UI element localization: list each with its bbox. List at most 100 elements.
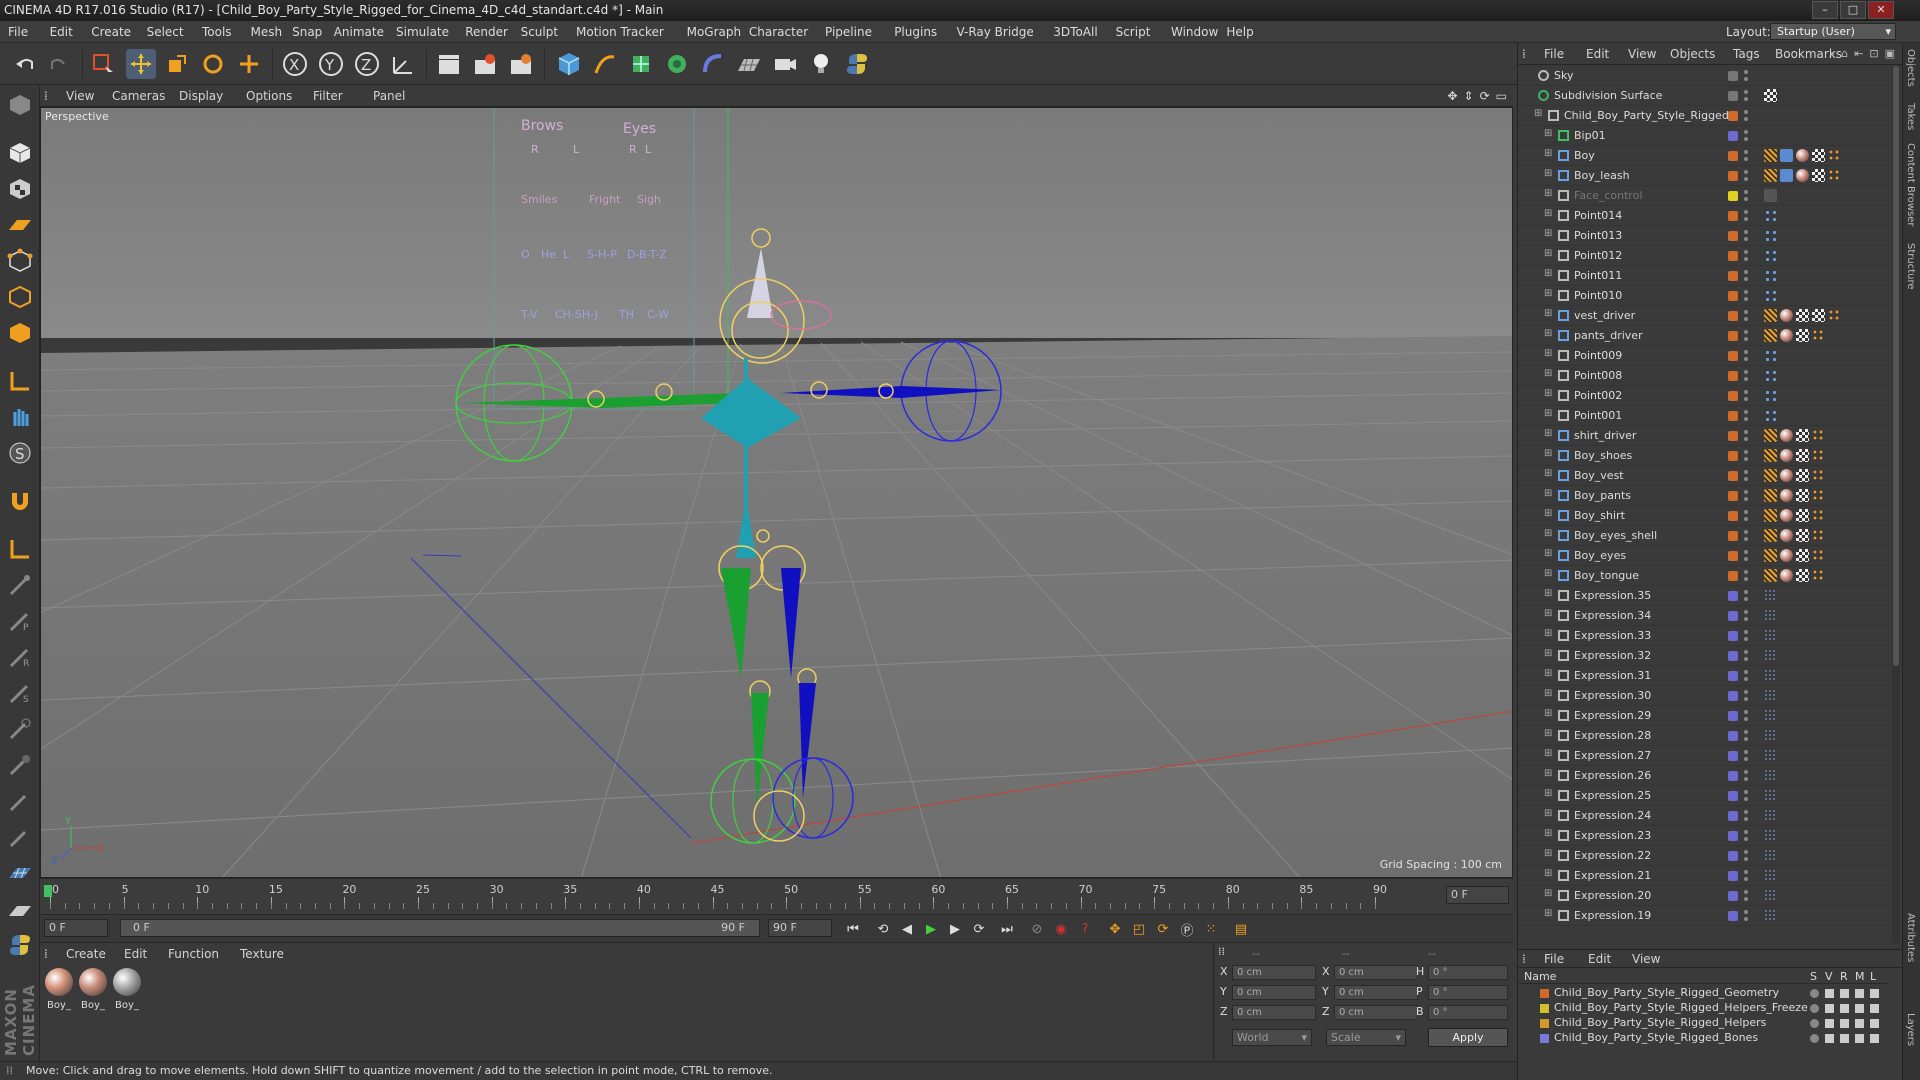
check-tag-icon[interactable] [1796, 329, 1809, 342]
object-row[interactable]: ⊞ Point014 [1518, 206, 1888, 226]
axis-mode-button[interactable] [4, 366, 36, 396]
layer-color-swatch[interactable] [1728, 471, 1738, 481]
layer-toggle-icon[interactable] [1855, 989, 1864, 998]
layer-color-swatch[interactable] [1540, 1034, 1549, 1043]
expand-toggle-icon[interactable]: ⊞ [1544, 388, 1552, 399]
object-row[interactable]: ⊞ Expression.19 [1518, 906, 1888, 926]
dots-tag-icon[interactable] [1812, 329, 1825, 342]
visibility-dots[interactable] [1744, 69, 1748, 83]
layer-color-swatch[interactable] [1728, 131, 1738, 141]
layer-color-swatch[interactable] [1728, 711, 1738, 721]
layer-color-swatch[interactable] [1728, 171, 1738, 181]
visibility-dots[interactable] [1744, 329, 1748, 343]
layer-row[interactable]: Child_Boy_Party_Style_Rigged_Helpers_Fre… [1518, 1001, 1888, 1016]
menu-pipeline[interactable]: Pipeline [825, 21, 872, 43]
visibility-dots[interactable] [1744, 729, 1748, 743]
object-menu-objects[interactable]: Objects [1670, 43, 1715, 65]
object-row[interactable]: ⊞ Boy_leash [1518, 166, 1888, 186]
check-tag-icon[interactable] [1796, 489, 1809, 502]
menu-motion-tracker[interactable]: Motion Tracker [576, 21, 664, 43]
visibility-dots[interactable] [1744, 889, 1748, 903]
visibility-dots[interactable] [1744, 269, 1748, 283]
object-name[interactable]: Expression.22 [1574, 849, 1651, 862]
layer-name[interactable]: Child_Boy_Party_Style_Rigged_Helpers_Fre… [1554, 1001, 1808, 1014]
position-field[interactable]: 0 cm [1232, 1005, 1316, 1020]
object-row[interactable]: ⊞ Child_Boy_Party_Style_Rigged [1518, 106, 1888, 126]
layer-toggle-icon[interactable] [1870, 1004, 1879, 1013]
menu-create[interactable]: Create [91, 21, 131, 43]
visibility-dots[interactable] [1744, 529, 1748, 543]
rotation-field[interactable]: 0 ° [1428, 1005, 1508, 1020]
object-menu-tags[interactable]: Tags [1733, 43, 1760, 65]
position-field[interactable]: 0 cm [1232, 965, 1316, 980]
start-frame-field[interactable]: 0 F [44, 919, 108, 937]
snapping-button[interactable] [4, 486, 36, 516]
dots-tag-icon[interactable] [1812, 529, 1825, 542]
previous-key-button[interactable]: ⟲ [872, 919, 894, 939]
dots-tag-icon[interactable] [1812, 429, 1825, 442]
layer-toggle-icon[interactable] [1810, 1019, 1819, 1028]
skin-tag-icon[interactable] [1780, 149, 1793, 162]
scale-tool-button[interactable] [162, 49, 192, 79]
layer-toggle-icon[interactable] [1870, 989, 1879, 998]
mat-tag-icon[interactable] [1780, 429, 1793, 442]
layer-toggle-icon[interactable] [1810, 989, 1819, 998]
object-row[interactable]: ⊞ Point010 [1518, 286, 1888, 306]
polygons-mode-button[interactable] [4, 318, 36, 348]
side-tab-objects[interactable]: Objects [1905, 49, 1916, 87]
visibility-dots[interactable] [1744, 689, 1748, 703]
expand-toggle-icon[interactable]: ⊞ [1544, 428, 1552, 439]
expand-toggle-icon[interactable]: ⊞ [1544, 648, 1552, 659]
layer-menu-file[interactable]: File [1544, 950, 1564, 968]
weight-tag-icon[interactable] [1764, 489, 1777, 502]
object-name[interactable]: Boy_shirt [1574, 509, 1625, 522]
object-name[interactable]: Boy_vest [1574, 469, 1624, 482]
object-name[interactable]: Boy_shoes [1574, 449, 1632, 462]
xpd-tag-icon[interactable] [1764, 689, 1777, 702]
pen-spline-button[interactable] [590, 49, 620, 79]
layer-color-swatch[interactable] [1728, 551, 1738, 561]
object-row[interactable]: ⊞ Expression.32 [1518, 646, 1888, 666]
layer-toggle-icon[interactable] [1840, 1034, 1849, 1043]
object-row[interactable]: ⊞ Boy_tongue [1518, 566, 1888, 586]
render-to-picture-viewer-button[interactable] [470, 49, 500, 79]
object-row[interactable]: ⊞ Point009 [1518, 346, 1888, 366]
object-name[interactable]: Expression.29 [1574, 709, 1651, 722]
object-row[interactable]: ⊞ Boy_shirt [1518, 506, 1888, 526]
layer-color-swatch[interactable] [1728, 571, 1738, 581]
size-field[interactable]: 0 cm [1334, 965, 1418, 980]
move-tool-button[interactable] [126, 49, 156, 79]
layer-color-swatch[interactable] [1728, 311, 1738, 321]
keyframe-selection-button[interactable]: ? [1074, 919, 1096, 939]
edges-mode-button[interactable] [4, 282, 36, 312]
layer-color-swatch[interactable] [1728, 611, 1738, 621]
object-row[interactable]: ⊞ Boy_eyes_shell [1518, 526, 1888, 546]
expand-toggle-icon[interactable]: ⊞ [1544, 328, 1552, 339]
visibility-dots[interactable] [1744, 469, 1748, 483]
object-name[interactable]: Boy_eyes [1574, 549, 1626, 562]
layer-color-swatch[interactable] [1728, 271, 1738, 281]
xpd-tag-icon[interactable] [1764, 729, 1777, 742]
object-name[interactable]: Sky [1554, 69, 1573, 82]
object-name[interactable]: Expression.28 [1574, 729, 1651, 742]
visibility-dots[interactable] [1744, 869, 1748, 883]
expand-toggle-icon[interactable]: ⊞ [1544, 908, 1552, 919]
expand-toggle-icon[interactable]: ⊞ [1544, 268, 1552, 279]
key-rotation-button[interactable]: ⟳ [1152, 919, 1174, 939]
mat-tag-icon[interactable] [1780, 529, 1793, 542]
object-name[interactable]: Boy_pants [1574, 489, 1631, 502]
layer-color-swatch[interactable] [1728, 491, 1738, 501]
object-menu-file[interactable]: File [1544, 43, 1564, 65]
xpd-tag-icon[interactable] [1764, 669, 1777, 682]
visibility-dots[interactable] [1744, 169, 1748, 183]
xp-tag-icon[interactable] [1764, 349, 1777, 362]
layer-color-swatch[interactable] [1728, 411, 1738, 421]
layer-toggle-icon[interactable] [1825, 989, 1834, 998]
dots-tag-icon[interactable] [1812, 489, 1825, 502]
dots-tag-icon[interactable] [1828, 149, 1841, 162]
menu-mograph[interactable]: MoGraph [687, 21, 742, 43]
visibility-dots[interactable] [1744, 589, 1748, 603]
joint-align-button[interactable]: R [4, 642, 36, 672]
layer-toggle-icon[interactable] [1825, 1034, 1834, 1043]
maximize-button[interactable]: □ [1840, 1, 1866, 19]
